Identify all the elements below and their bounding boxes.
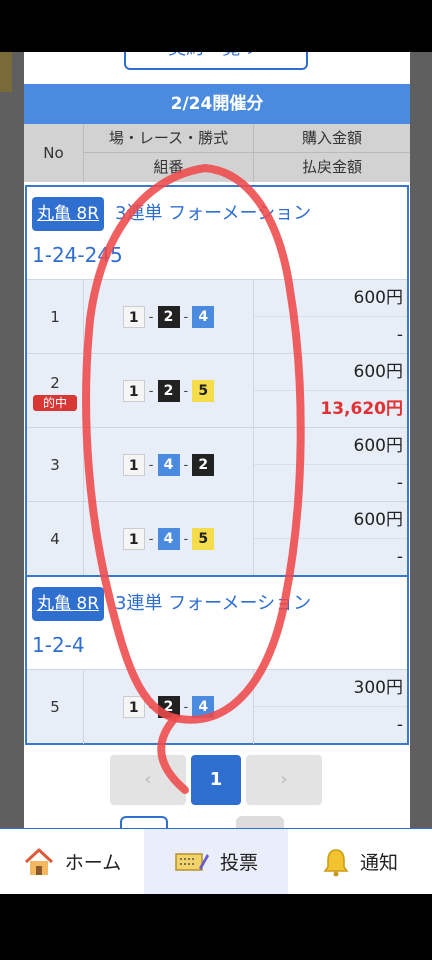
- table-row: 4 1- 4- 5 600円 -: [27, 501, 407, 576]
- combination-cell: 1- 2- 4: [84, 280, 254, 354]
- refund-amount: -: [396, 715, 403, 735]
- current-page-button[interactable]: 1: [191, 755, 241, 805]
- group-combination: 1-24-245: [32, 243, 123, 267]
- boat-number: 1: [122, 380, 145, 402]
- boat-number: 4: [192, 696, 215, 718]
- combination-cell: 1- 4- 5: [84, 502, 254, 576]
- bet-group-header: 丸亀 8R 3連単 フォーメーション 1-2-4: [27, 577, 407, 669]
- table-row: 3 1- 4- 2 600円 -: [27, 427, 407, 502]
- table-row: 2 的中 1- 2- 5 600円 13,620円: [27, 353, 407, 428]
- purchase-amount: 600円: [254, 502, 407, 539]
- bet-type: 3連単 フォーメーション: [115, 203, 312, 224]
- boat-number: 2: [192, 454, 215, 476]
- row-number-label: 2: [50, 374, 60, 392]
- boat-number: 2: [157, 380, 180, 402]
- hit-badge: 的中: [33, 395, 77, 411]
- background-accent: [0, 52, 12, 92]
- boat-number: 4: [192, 306, 215, 328]
- purchase-amount: 600円: [254, 354, 407, 391]
- boat-number: 2: [157, 306, 180, 328]
- tab-notice[interactable]: 通知: [288, 829, 432, 894]
- table-row: 5 1- 2- 4 300円 -: [27, 669, 407, 744]
- group-combination: 1-2-4: [32, 633, 85, 657]
- table-row: 1 1- 2- 4 600円 -: [27, 279, 407, 354]
- bet-group-header: 丸亀 8R 3連単 フォーメーション 1-24-245: [27, 187, 407, 279]
- bet-type: 3連単 フォーメーション: [115, 593, 312, 614]
- column-refund: 払戻金額: [301, 158, 362, 176]
- bottom-tab-bar: ホーム 投票 通知: [0, 828, 432, 894]
- background-right: [410, 52, 432, 828]
- boat-number: 1: [122, 306, 145, 328]
- combination-cell: 1- 2- 4: [84, 670, 254, 744]
- ticket-icon: [174, 848, 210, 876]
- column-race: 場・レース・勝式: [84, 124, 254, 153]
- history-panel: 契約一覧 ＞ 2/24開催分 No 場・レース・勝式 組番 購入金額 払戻金額 …: [24, 52, 410, 828]
- boat-number: 4: [157, 454, 180, 476]
- column-no: No: [24, 124, 84, 182]
- combination-cell: 1- 4- 2: [84, 428, 254, 502]
- boat-number: 2: [157, 696, 180, 718]
- row-number: 4: [27, 502, 84, 576]
- tab-home-label: ホーム: [64, 852, 122, 874]
- purchase-amount: 600円: [254, 428, 407, 465]
- tab-vote[interactable]: 投票: [144, 829, 288, 894]
- partial-button: [120, 816, 168, 828]
- boat-number: 1: [122, 696, 145, 718]
- column-headers: No 場・レース・勝式 組番 購入金額 払戻金額: [24, 124, 410, 182]
- row-number: 2 的中: [27, 354, 84, 428]
- boat-number: 5: [192, 380, 215, 402]
- column-combo: 組番: [84, 153, 254, 182]
- boat-number: 1: [122, 528, 145, 550]
- app-screen: 契約一覧 ＞ 2/24開催分 No 場・レース・勝式 組番 購入金額 払戻金額 …: [0, 0, 432, 960]
- bet-group: 丸亀 8R 3連単 フォーメーション 1-24-245 1 1- 2- 4 60…: [25, 185, 409, 577]
- tab-home[interactable]: ホーム: [0, 829, 144, 894]
- boat-number: 4: [157, 528, 180, 550]
- date-header: 2/24開催分: [24, 84, 410, 124]
- system-nav-bar: [0, 894, 432, 960]
- purchase-amount: 600円: [254, 280, 407, 317]
- home-icon: [23, 847, 55, 877]
- refund-amount: -: [396, 547, 403, 567]
- venue-race-link[interactable]: 丸亀 8R: [32, 197, 105, 231]
- purchase-amount: 300円: [254, 670, 407, 707]
- column-amount: 購入金額: [254, 124, 410, 153]
- partial-button: [236, 816, 284, 828]
- row-number: 5: [27, 670, 84, 744]
- combination-cell: 1- 2- 5: [84, 354, 254, 428]
- bell-icon: [322, 847, 350, 877]
- background-left: [0, 52, 24, 828]
- venue-race-link[interactable]: 丸亀 8R: [32, 587, 105, 621]
- bet-group: 丸亀 8R 3連単 フォーメーション 1-2-4 5 1- 2- 4 300円 …: [25, 575, 409, 745]
- tab-vote-label: 投票: [219, 852, 258, 874]
- row-number: 3: [27, 428, 84, 502]
- refund-amount: 13,620円: [320, 399, 403, 419]
- refund-amount: -: [396, 473, 403, 493]
- row-number: 1: [27, 280, 84, 354]
- boat-number: 1: [122, 454, 145, 476]
- status-bar: [0, 0, 432, 52]
- boat-number: 5: [192, 528, 215, 550]
- prev-page-button[interactable]: ‹: [110, 755, 186, 805]
- next-page-button[interactable]: ›: [246, 755, 322, 805]
- contract-list-button[interactable]: 契約一覧 ＞: [124, 52, 308, 70]
- tab-notice-label: 通知: [359, 852, 398, 874]
- refund-amount: -: [396, 325, 403, 345]
